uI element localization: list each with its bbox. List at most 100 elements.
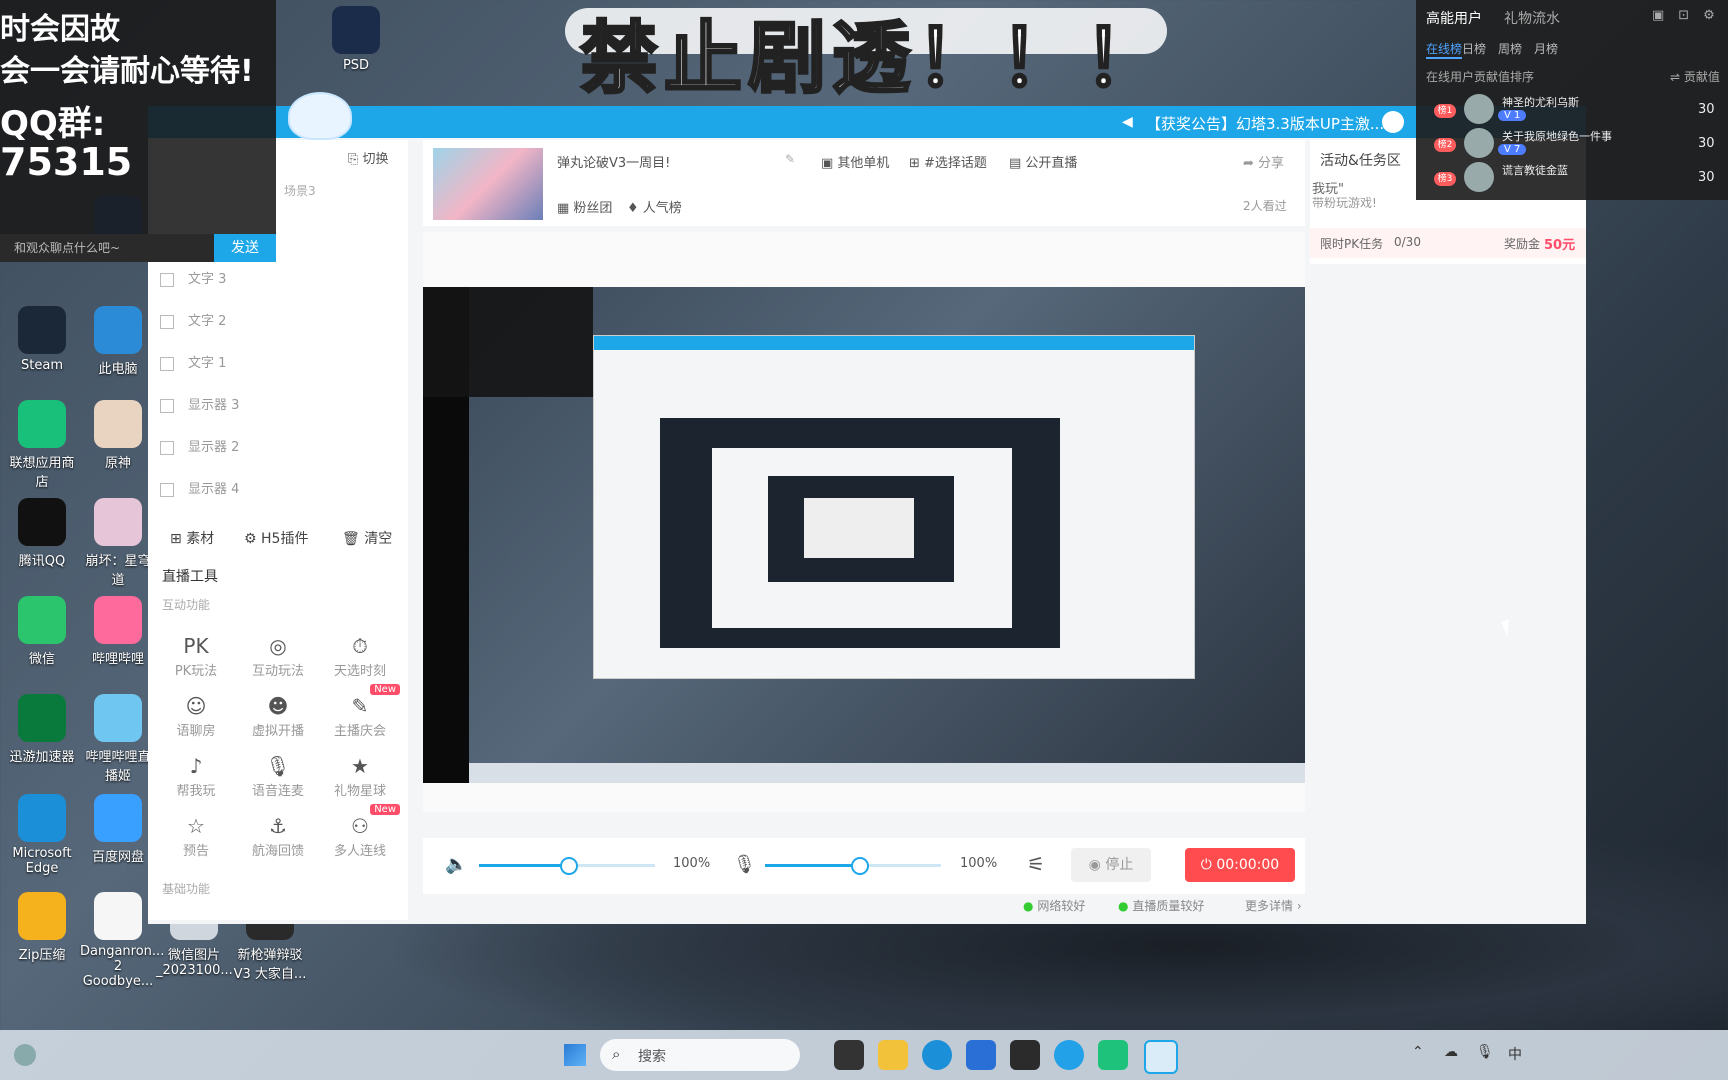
send-button[interactable]: 发送: [214, 234, 276, 262]
tab-high-energy[interactable]: 高能用户: [1426, 8, 1482, 28]
task-view-icon[interactable]: [834, 1040, 864, 1070]
desktop-icon[interactable]: Microsoft Edge: [4, 794, 80, 876]
tool-item[interactable]: ⚓ 航海回馈: [238, 814, 318, 859]
more-details-link[interactable]: 更多详情 ›: [1245, 897, 1302, 914]
tool-item[interactable]: ☻ 虚拟开播: [238, 694, 318, 739]
source-item[interactable]: 显示器 3: [160, 394, 239, 413]
source-item[interactable]: 显示器 2: [160, 436, 239, 455]
notice-text[interactable]: 【获奖公告】幻塔3.3版本UP主激...: [1146, 113, 1384, 134]
rank-tool-icons[interactable]: ▣⊡⚙✕: [1652, 8, 1728, 23]
source-icon: [160, 356, 174, 371]
rank-subtab[interactable]: 月榜: [1534, 40, 1558, 57]
source-item[interactable]: 显示器 4: [160, 478, 239, 497]
tag-public[interactable]: ▤ 公开直播: [1009, 152, 1077, 171]
preview-window-1: [593, 335, 1195, 679]
rank-user-name: 谎言教徒金蓝: [1502, 164, 1568, 177]
edge-icon[interactable]: [922, 1040, 952, 1070]
tray-cloud-icon[interactable]: ☁: [1444, 1044, 1458, 1060]
rank-row[interactable]: 榜2 关于我原地绿色一件事 V 7 30: [1426, 128, 1722, 162]
source-icon: [160, 314, 174, 329]
scene-label[interactable]: 场景3: [284, 182, 316, 199]
tool-item[interactable]: PK PK玩法: [156, 634, 236, 679]
desktop-icon[interactable]: 哔哩哔哩直播姬: [80, 694, 156, 784]
fans-button[interactable]: ▦ 粉丝团: [557, 197, 612, 216]
desktop-icon[interactable]: 原神: [80, 400, 156, 471]
rank-subtab[interactable]: 在线榜: [1426, 40, 1463, 59]
tool-item[interactable]: ⚇ 多人连线 New: [320, 804, 400, 859]
tool-item[interactable]: ☆ 预告: [156, 814, 236, 859]
tool-label: 语聊房: [176, 724, 216, 739]
popularity-button[interactable]: ♦ 人气榜: [627, 197, 682, 216]
desktop-icon[interactable]: 哔哩哔哩: [80, 596, 156, 667]
tag-topic[interactable]: ⊞ #选择话题: [909, 152, 987, 171]
live-button[interactable]: ⏻ 00:00:00: [1185, 848, 1295, 882]
preview-window-4: [768, 476, 954, 582]
rank-subtab[interactable]: 日榜: [1462, 40, 1486, 57]
source-item[interactable]: 文字 2: [160, 310, 226, 329]
input-language[interactable]: 中: [1508, 1044, 1522, 1064]
desktop-icon[interactable]: Zip压缩: [4, 892, 80, 963]
tool-item[interactable]: ☺ 语聊房: [156, 694, 236, 739]
desktop-icon[interactable]: Steam: [4, 306, 80, 373]
game-icon[interactable]: [1010, 1040, 1040, 1070]
desktop-icon[interactable]: Danganron... 2 Goodbye...: [80, 892, 164, 989]
desktop-icon[interactable]: PSD: [318, 6, 394, 73]
room-title[interactable]: 弹丸论破V3一周目!: [557, 152, 670, 171]
search-box[interactable]: ⌕ 搜索: [600, 1039, 800, 1071]
clear-button[interactable]: 🗑 清空: [342, 528, 392, 548]
stream-preview[interactable]: [423, 287, 1305, 783]
desktop-icon[interactable]: 百度网盘: [80, 794, 156, 865]
h5-plugin-button[interactable]: ⚙ H5插件: [244, 528, 308, 548]
tool-item[interactable]: ⏱ 天选时刻: [320, 634, 400, 679]
tag-category[interactable]: ▣ 其他单机: [821, 152, 889, 171]
user-avatar-icon[interactable]: [1382, 111, 1404, 133]
start-icon[interactable]: [564, 1044, 586, 1066]
rank-subtab[interactable]: 周榜: [1498, 40, 1522, 57]
file-explorer-icon[interactable]: [878, 1040, 908, 1070]
switch-button[interactable]: ⎘ 切换: [348, 148, 389, 167]
source-item[interactable]: 文字 1: [160, 352, 226, 371]
desktop-icon[interactable]: 迅游加速器: [4, 694, 80, 765]
tab-gift-flow[interactable]: 礼物流水: [1504, 8, 1560, 28]
desktop-icon[interactable]: 崩坏：星穹道: [80, 498, 156, 588]
overlay-line: 时会因故: [0, 12, 120, 47]
tool-item[interactable]: ★ 礼物星球: [320, 754, 400, 799]
reward-value: 50元: [1544, 238, 1576, 253]
rank-row[interactable]: 榜3 谎言教徒金蓝 30: [1426, 162, 1722, 196]
desktop-icon[interactable]: 此电脑: [80, 306, 156, 377]
speaker-slider-handle[interactable]: [560, 857, 578, 875]
tool-icon: PK: [183, 634, 209, 658]
desktop-app-icon: [94, 306, 142, 354]
weather-icon[interactable]: [14, 1044, 36, 1066]
browser-icon[interactable]: [1054, 1040, 1084, 1070]
desktop-icon-label: PSD: [342, 58, 370, 73]
tool-item[interactable]: ◎ 互动玩法: [238, 634, 318, 679]
source-item[interactable]: 文字 3: [160, 268, 226, 287]
mic-icon[interactable]: 🎙: [733, 854, 756, 875]
desktop-app-icon: [18, 794, 66, 842]
store-icon[interactable]: [966, 1040, 996, 1070]
speaker-icon[interactable]: 🔈: [445, 854, 467, 875]
tool-item[interactable]: 🎙 语音连麦: [238, 754, 318, 799]
material-button[interactable]: ⊞ 素材: [170, 528, 214, 548]
lenovo-store-icon[interactable]: [1098, 1040, 1128, 1070]
mic-slider-handle[interactable]: [851, 857, 869, 875]
tool-item[interactable]: ♪ 帮我玩: [156, 754, 236, 799]
tray-mic-icon[interactable]: 🎙: [1476, 1044, 1494, 1060]
desktop-icon[interactable]: 微信: [4, 596, 80, 667]
live-app-icon[interactable]: [1144, 1040, 1178, 1074]
edit-title-icon[interactable]: ✎: [785, 152, 795, 166]
tool-icon: ⚓: [269, 814, 287, 838]
chat-input[interactable]: 和观众聊点什么吧~: [0, 234, 214, 262]
pk-task-row[interactable]: 限时PK任务 0/30 奖励金 50元: [1310, 228, 1586, 258]
cover-thumbnail[interactable]: [433, 148, 543, 220]
tool-item[interactable]: ✎ 主播庆会 New: [320, 684, 400, 739]
share-button[interactable]: ➦ 分享: [1243, 152, 1284, 171]
desktop-icon[interactable]: 腾讯QQ: [4, 498, 80, 569]
overlay-line: 75315: [0, 140, 133, 184]
stop-button[interactable]: ◉ 停止: [1071, 848, 1151, 882]
desktop-icon[interactable]: 联想应用商店: [4, 400, 80, 490]
rank-row[interactable]: 榜1 神圣的尤利乌斯 V 1 30: [1426, 94, 1722, 128]
tray-chevron-icon[interactable]: ⌃: [1412, 1044, 1424, 1060]
mixer-icon[interactable]: ⚟: [1027, 852, 1045, 876]
